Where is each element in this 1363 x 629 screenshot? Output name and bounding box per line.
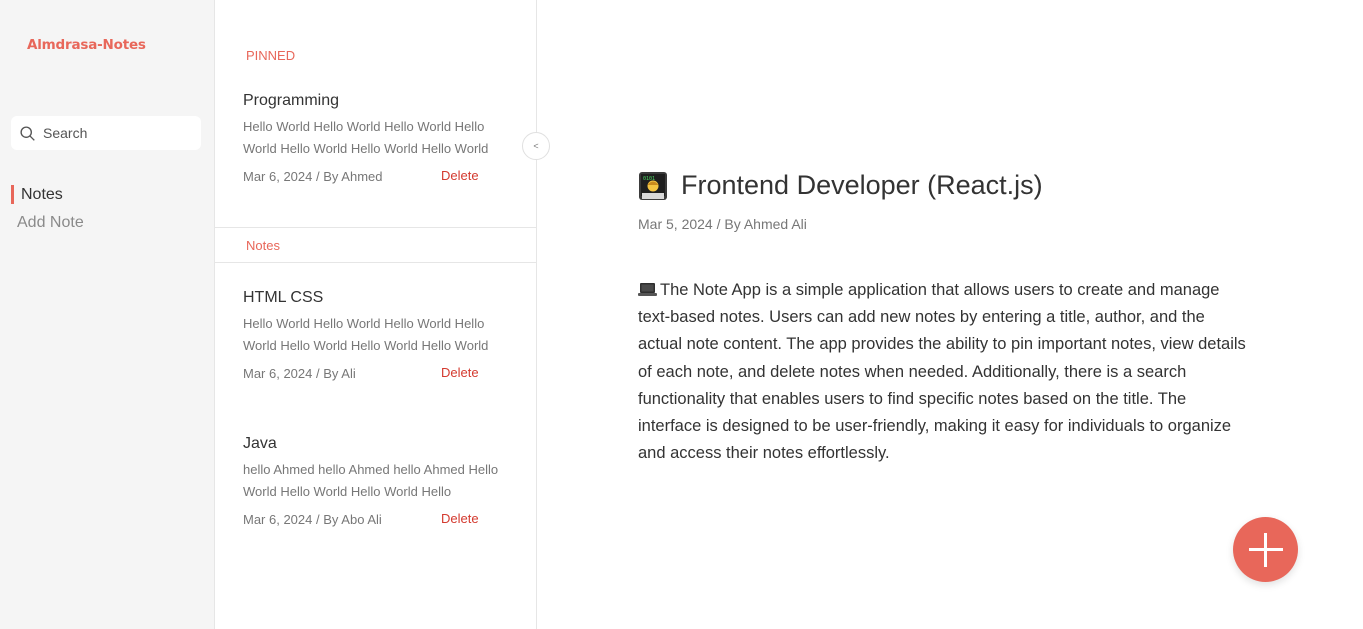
add-note-fab[interactable] [1233, 517, 1298, 582]
nav-item-notes[interactable]: Notes [11, 185, 63, 204]
notes-list-panel: PINNED Programming Hello World Hello Wor… [215, 0, 537, 629]
nav-item-add-note[interactable]: Add Note [11, 213, 84, 232]
note-detail-author: / By Ahmed Ali [716, 216, 807, 232]
search-box[interactable] [11, 116, 201, 150]
note-author: / By Ali [316, 366, 356, 381]
technologist-emoji-icon: 0101 [639, 171, 667, 200]
laptop-icon [638, 283, 657, 296]
pinned-section-label: PINNED [246, 48, 296, 63]
note-title: Programming [243, 92, 340, 109]
note-detail-date: Mar 5, 2024 [638, 216, 713, 232]
note-date: Mar 6, 2024 [243, 366, 313, 381]
note-date: Mar 6, 2024 [243, 169, 313, 184]
brand-logo[interactable]: Almdrasa-Notes [27, 37, 146, 53]
notes-section-label: Notes [246, 238, 280, 253]
note-detail-text: The Note App is a simple application tha… [638, 281, 1246, 463]
note-detail-meta: Mar 5, 2024 / By Ahmed Ali [638, 216, 807, 232]
note-author: / By Abo Ali [316, 512, 382, 527]
search-input[interactable] [41, 124, 195, 142]
note-title: HTML CSS [243, 289, 324, 306]
divider [215, 227, 536, 228]
list-item[interactable]: Programming Hello World Hello World Hell… [243, 91, 505, 186]
note-title: Java [243, 435, 277, 452]
note-author: / By Ahmed [316, 169, 383, 184]
list-item[interactable]: HTML CSS Hello World Hello World Hello W… [243, 288, 505, 383]
note-date: Mar 6, 2024 [243, 512, 313, 527]
list-item[interactable]: Java hello Ahmed hello Ahmed hello Ahmed… [243, 434, 505, 529]
note-meta: Mar 6, 2024 / By Ahmed Delete [243, 168, 505, 186]
note-meta: Mar 6, 2024 / By Abo Ali Delete [243, 511, 505, 529]
note-detail-title: 0101 Frontend Developer (React.js) [638, 170, 1043, 201]
note-preview: Hello World Hello World Hello World Hell… [243, 316, 489, 353]
note-preview: hello Ahmed hello Ahmed hello Ahmed Hell… [243, 462, 499, 499]
delete-button[interactable]: Delete [441, 510, 479, 528]
delete-button[interactable]: Delete [441, 167, 479, 185]
delete-button[interactable]: Delete [441, 364, 479, 382]
note-detail-title-text: Frontend Developer (React.js) [681, 170, 1043, 200]
search-icon [20, 125, 35, 141]
divider [215, 262, 536, 263]
note-preview: Hello World Hello World Hello World Hell… [243, 119, 489, 156]
sidebar: Almdrasa-Notes Notes Add Note [0, 0, 215, 629]
note-detail-body: The Note App is a simple application tha… [638, 277, 1248, 467]
note-meta: Mar 6, 2024 / By Ali Delete [243, 365, 505, 383]
collapse-list-button[interactable]: < [522, 132, 550, 160]
